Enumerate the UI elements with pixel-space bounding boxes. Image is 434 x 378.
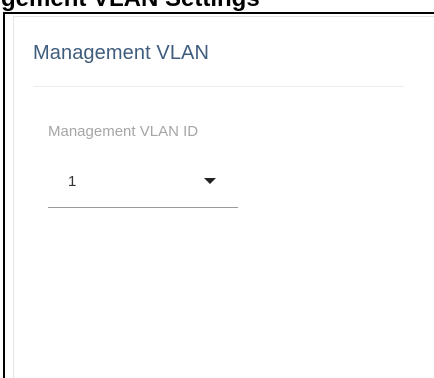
panel-title: Management VLAN <box>33 42 210 64</box>
page: gement VLAN Settings Management VLAN Man… <box>0 0 434 378</box>
frame-left-border <box>3 12 5 378</box>
title-divider <box>33 86 404 87</box>
caret-down-icon <box>204 178 216 184</box>
frame-top-border <box>3 12 434 14</box>
management-vlan-id-value: 1 <box>68 173 77 190</box>
management-vlan-id-select[interactable]: 1 <box>48 163 238 208</box>
page-heading-clipped: gement VLAN Settings <box>0 0 434 12</box>
management-vlan-id-label: Management VLAN ID <box>48 123 199 140</box>
